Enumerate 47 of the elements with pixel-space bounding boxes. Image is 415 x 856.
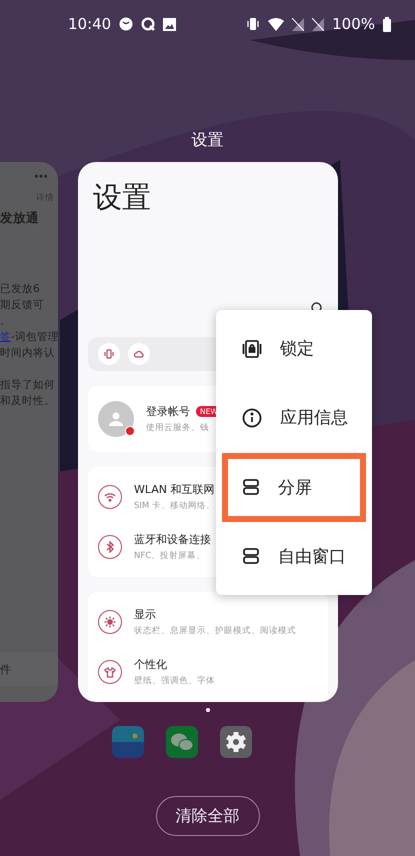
wifi-icon [104,492,116,502]
image-icon [163,18,176,30]
clear-all-button[interactable]: 清除全部 [156,796,260,836]
setting-title[interactable]: WLAN 和互联网 [134,482,215,497]
notification-icon [119,17,134,31]
cloud-icon[interactable] [128,343,150,365]
article-text: 期反馈可 [0,298,45,313]
vibrate-icon [246,17,260,31]
brightness-icon [104,616,116,628]
vibrate-icon[interactable] [98,343,120,365]
article-text: 指导了如何 [0,378,56,393]
shirt-icon [104,666,116,678]
split-screen-icon [242,478,260,496]
setting-title[interactable]: 个性化 [134,657,215,672]
setting-title[interactable]: 显示 [134,607,296,622]
person-icon [107,410,125,428]
account-title: 登录帐号 [146,404,190,419]
settings-app-icon[interactable] [220,726,252,758]
chat-bubble-icon [141,17,156,31]
article-text: 签-词包管理 [0,330,58,345]
bluetooth-icon [106,541,114,553]
chat-app-icon[interactable] [166,726,198,758]
split-screen-icon [242,547,260,566]
lock-icon [242,338,262,359]
info-icon [242,408,262,428]
clock-time: 10:40 [68,15,112,33]
page-indicator [206,708,210,712]
setting-subtitle: NFC、投射屏幕、 [134,550,206,562]
menu-item[interactable]: 分屏 [222,452,366,522]
article-heading: 发放通 [0,210,40,227]
page-title: 设置 [93,179,152,216]
setting-title[interactable]: 蓝牙和设备连接 [134,532,211,547]
wifi-icon [268,18,284,30]
no-sim-icon [312,18,324,30]
article-text: 时间内将认 [0,346,56,361]
setting-subtitle: 状态栏、息屏显示、护眼模式、阅读模式 [134,625,296,637]
article-text: 。 [0,314,12,329]
setting-subtitle: 壁纸、强调色、字体 [134,675,215,687]
article-text: 和及时性。 [0,394,56,409]
wallet-app-icon[interactable] [112,726,144,758]
app-title: 设置 [192,130,224,149]
no-sim-icon [292,18,304,30]
setting-subtitle: SIM 卡、移动网络、 [134,500,215,512]
account-subtitle: 使用云服务、钱 [146,422,210,434]
article-text: 已发放6 [0,282,41,297]
battery-percent: 100% [332,15,375,33]
battery-icon [383,16,391,32]
